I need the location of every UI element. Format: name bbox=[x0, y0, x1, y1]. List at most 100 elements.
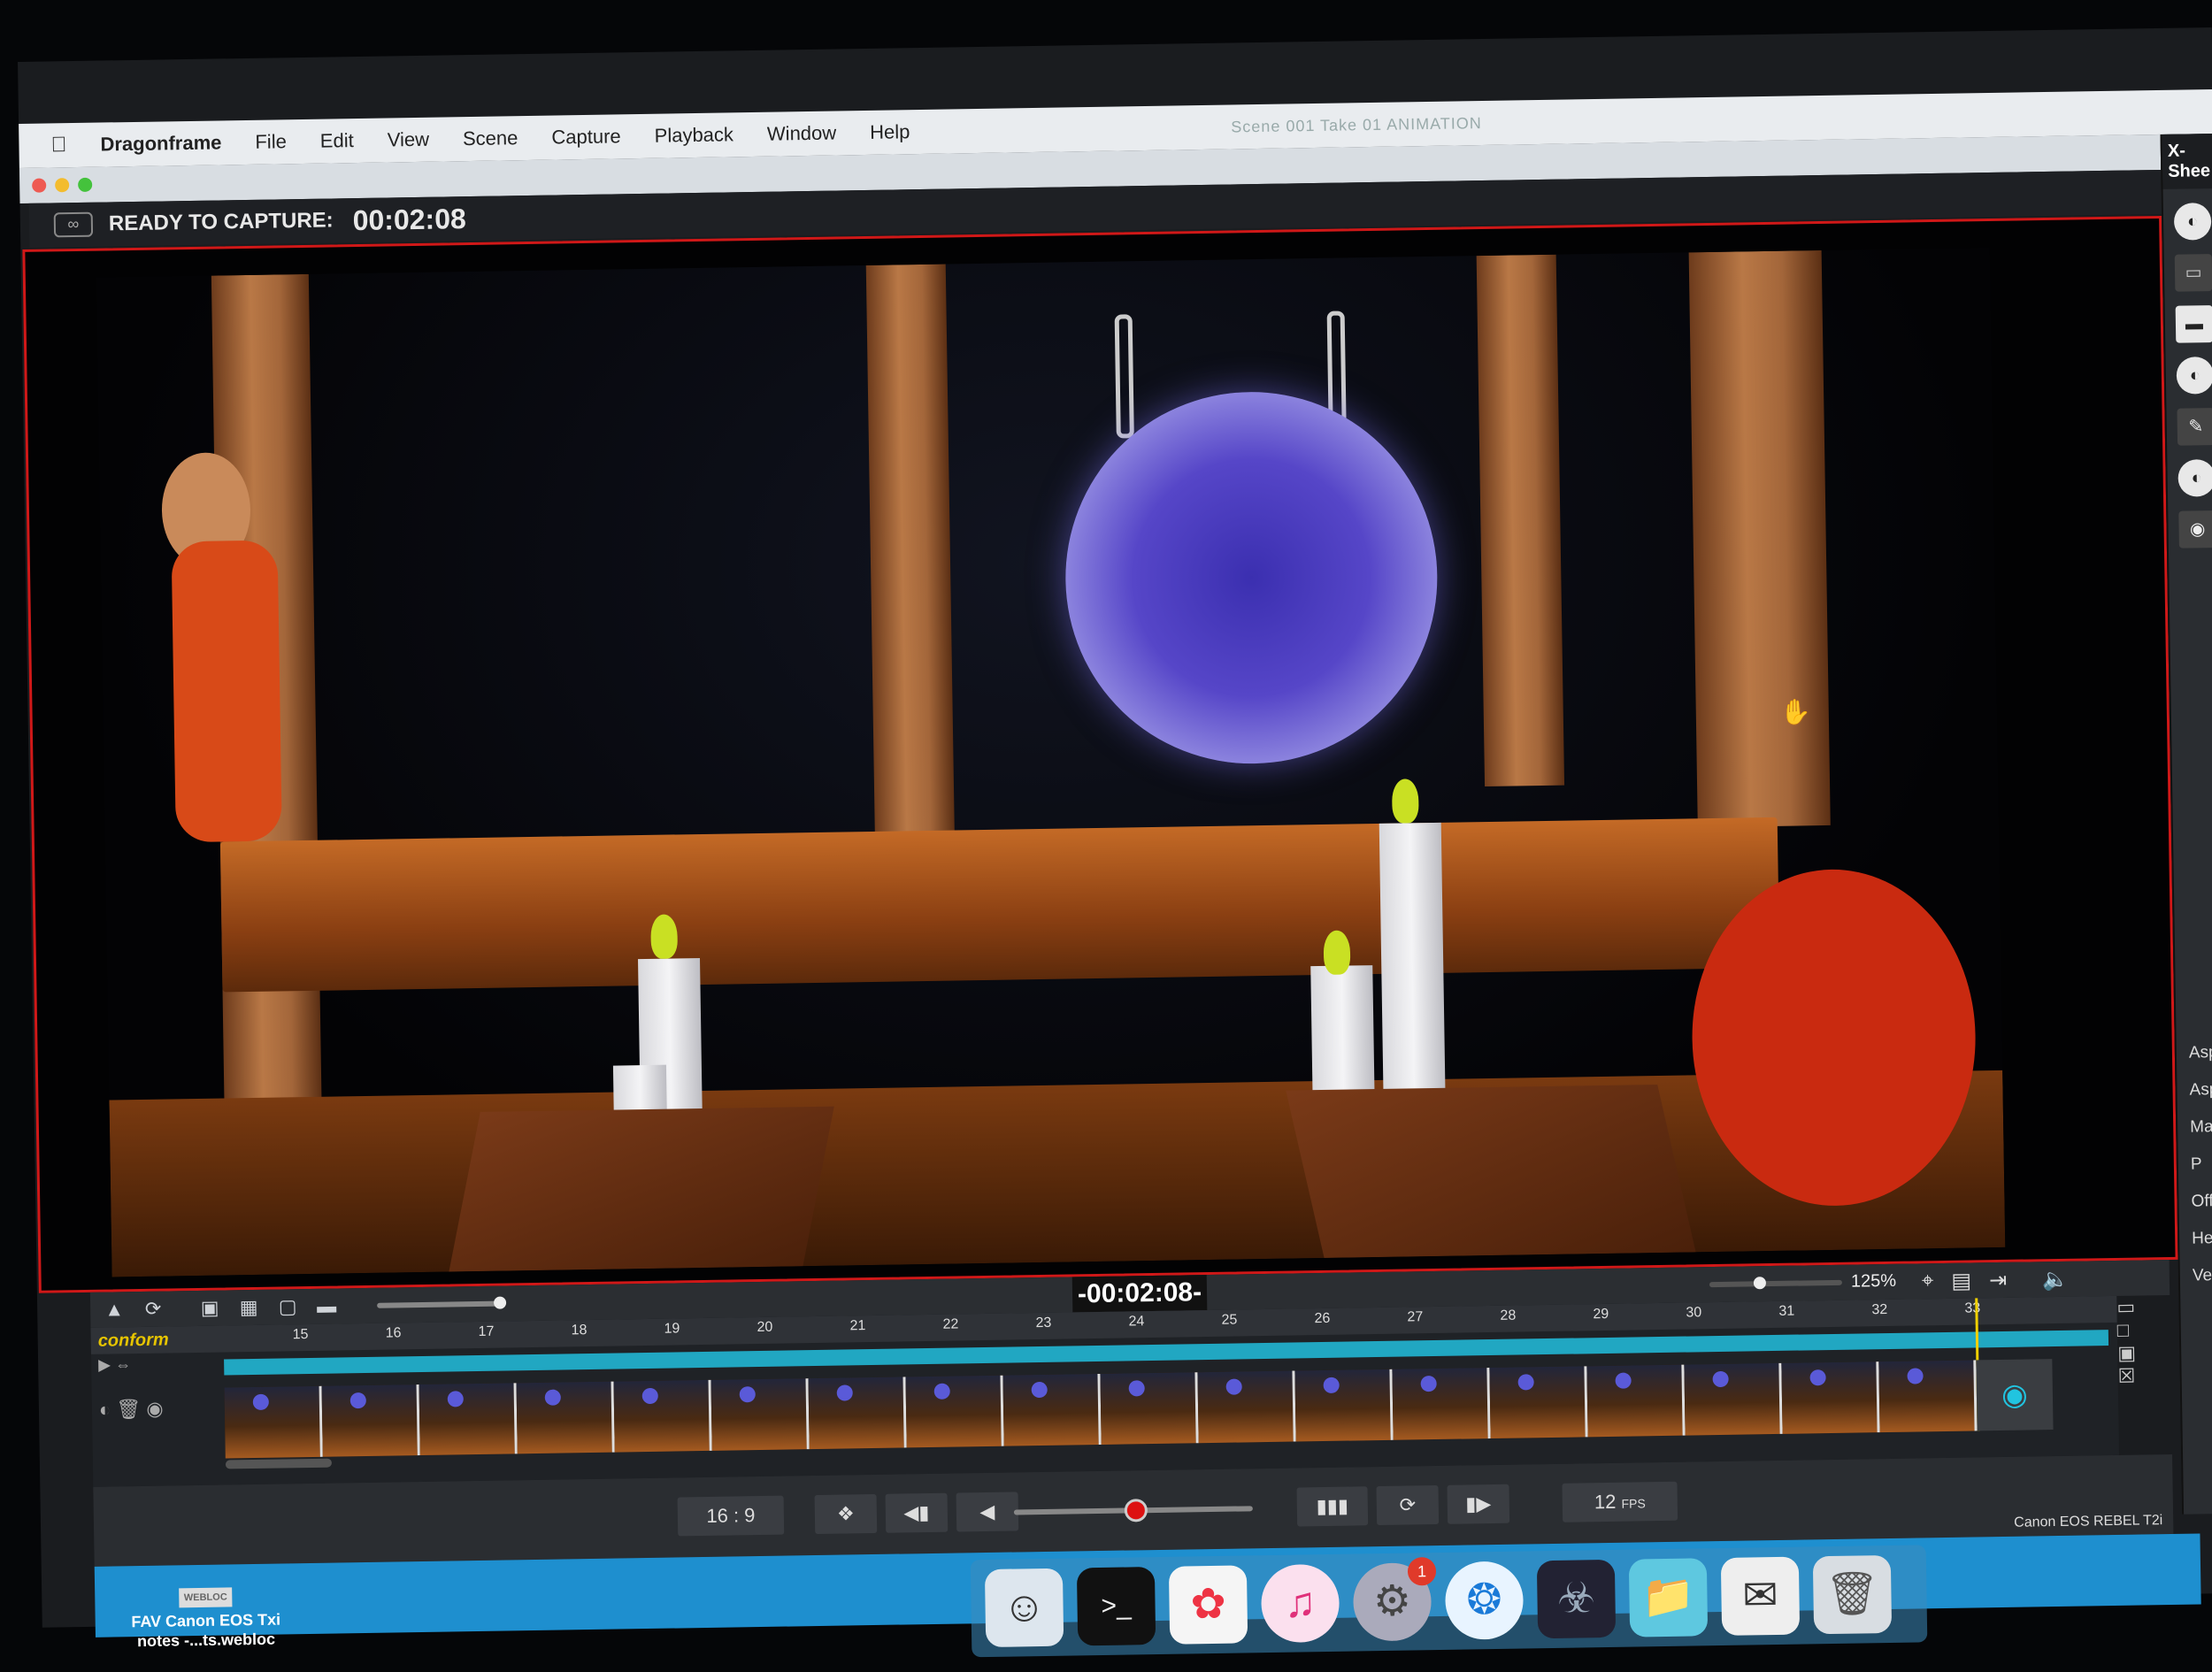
trash-icon[interactable]: 🗑 bbox=[116, 1398, 141, 1420]
fps-value: 12 bbox=[1594, 1490, 1617, 1514]
frame-thumbnail[interactable] bbox=[1781, 1361, 1880, 1434]
frame-thumbnail[interactable] bbox=[1002, 1373, 1102, 1446]
frame-thumbnail[interactable] bbox=[224, 1385, 323, 1459]
music-icon[interactable]: ♫ bbox=[1260, 1563, 1340, 1644]
letterbox-icon[interactable]: ▬ bbox=[311, 1294, 342, 1318]
frame-number: 27 bbox=[1407, 1309, 1424, 1325]
dragonframe-icon[interactable]: ☣ bbox=[1536, 1559, 1617, 1639]
camera-icon[interactable]: ◉ bbox=[146, 1398, 164, 1420]
frame-thumbnail[interactable] bbox=[808, 1377, 907, 1450]
wooden-table bbox=[219, 817, 1780, 993]
frame-number: 24 bbox=[1128, 1314, 1145, 1330]
menu-window[interactable]: Window bbox=[767, 121, 837, 145]
loop-icon[interactable]: ∞ bbox=[53, 211, 94, 238]
apple-icon[interactable]:  bbox=[50, 133, 66, 157]
list-arrow-icon[interactable]: ⇥ bbox=[1989, 1268, 2008, 1293]
window-title: Scene 001 Take 01 ANIMATION bbox=[1231, 113, 1482, 135]
frame-thumbnail[interactable] bbox=[1197, 1370, 1296, 1444]
frame-thumbnail[interactable] bbox=[1100, 1372, 1199, 1445]
close-window-button[interactable] bbox=[32, 178, 47, 193]
folder-icon[interactable]: 📁 bbox=[1628, 1558, 1709, 1637]
frame-number: 26 bbox=[1314, 1310, 1331, 1327]
menu-playback[interactable]: Playback bbox=[654, 123, 733, 147]
timeline-scrollbar[interactable] bbox=[225, 1458, 332, 1469]
short-play-icon[interactable]: ▮▮▮ bbox=[1296, 1486, 1369, 1527]
candle bbox=[1379, 822, 1446, 1107]
camera-icon[interactable]: ◉ bbox=[2178, 510, 2212, 548]
frame-thumbnail[interactable] bbox=[321, 1384, 420, 1457]
crop-icon[interactable]: □ bbox=[2117, 1319, 2136, 1342]
half-circle-icon[interactable]: ◐ bbox=[2173, 203, 2212, 241]
diamond-icon[interactable]: ❖ bbox=[814, 1493, 878, 1535]
frame-guide-icon[interactable]: ▢ bbox=[273, 1295, 303, 1319]
photos-icon[interactable]: ✿ bbox=[1168, 1565, 1248, 1645]
app-menu[interactable]: Dragonframe bbox=[100, 131, 221, 156]
refresh-icon[interactable]: ⟳ bbox=[138, 1298, 168, 1322]
menu-edit[interactable]: Edit bbox=[320, 129, 354, 153]
menu-file[interactable]: File bbox=[255, 130, 287, 154]
minimize-window-button[interactable] bbox=[55, 178, 70, 193]
frame-thumbnail[interactable] bbox=[1392, 1368, 1491, 1440]
frame-thumbnail[interactable] bbox=[419, 1383, 518, 1456]
pencil-icon[interactable]: ✎ bbox=[2177, 408, 2212, 446]
go-to-start-icon[interactable]: ◀▮ bbox=[885, 1492, 949, 1533]
loop-icon[interactable]: ⟳ bbox=[1376, 1484, 1440, 1526]
orb-wire bbox=[1114, 314, 1134, 439]
trash-icon[interactable]: 🗑 bbox=[1812, 1554, 1893, 1635]
frame-thumbnail[interactable] bbox=[905, 1375, 1004, 1448]
half-circle-icon[interactable]: ◐ bbox=[2176, 357, 2212, 395]
widescreen-icon[interactable]: ▬ bbox=[2175, 305, 2212, 343]
frame-thumbnail[interactable] bbox=[1878, 1360, 1978, 1433]
monitor-icon[interactable]: ▭ bbox=[2116, 1296, 2135, 1319]
finder-icon[interactable]: ☺ bbox=[984, 1568, 1064, 1648]
frame-thumbnail[interactable] bbox=[516, 1381, 615, 1454]
live-view-viewer[interactable]: ✋ bbox=[22, 215, 2178, 1293]
frame-icon[interactable]: ▣ bbox=[2117, 1342, 2136, 1365]
frame-thumbnail[interactable] bbox=[710, 1378, 810, 1451]
menu-help[interactable]: Help bbox=[870, 120, 910, 144]
safe-area-icon[interactable]: ▣ bbox=[195, 1296, 225, 1320]
speaker-icon[interactable]: 🔈 bbox=[2042, 1267, 2069, 1292]
system-preferences-icon[interactable]: ⚙ 1 bbox=[1352, 1557, 1437, 1642]
zoom-window-button[interactable] bbox=[78, 177, 93, 192]
menu-view[interactable]: View bbox=[388, 128, 430, 152]
half-circle-icon[interactable]: ◐ bbox=[2177, 459, 2212, 497]
menu-scene[interactable]: Scene bbox=[463, 127, 518, 150]
frame-icon[interactable]: ▭ bbox=[2174, 254, 2212, 292]
frame-number: 18 bbox=[571, 1323, 588, 1338]
frame-number: 22 bbox=[942, 1316, 959, 1332]
candle-flame bbox=[1323, 930, 1351, 975]
step-back-icon[interactable]: ◀ bbox=[956, 1492, 1019, 1532]
offset-label: Offse bbox=[2191, 1191, 2212, 1211]
desktop-file[interactable]: WEBLOC FAV Canon EOS Txi notes -...ts.we… bbox=[121, 1584, 290, 1651]
target-icon[interactable]: ⌖ bbox=[1922, 1269, 1934, 1294]
frame-thumbnail[interactable] bbox=[1489, 1366, 1588, 1439]
fps-button[interactable]: 12 FPS bbox=[1562, 1481, 1678, 1522]
safari-icon[interactable]: ❂ bbox=[1444, 1561, 1525, 1640]
monk-figure-robe bbox=[171, 540, 282, 843]
frame-thumbnails[interactable] bbox=[224, 1360, 1978, 1459]
webloc-document-icon[interactable]: ✉ bbox=[1720, 1556, 1801, 1636]
aspect-label: Asp bbox=[2188, 1043, 2212, 1062]
zoom-slider[interactable] bbox=[1709, 1279, 1842, 1288]
frame-grid-icon[interactable]: ▤ bbox=[1951, 1268, 1971, 1293]
menu-capture[interactable]: Capture bbox=[551, 125, 621, 149]
frame-thumbnail[interactable] bbox=[1294, 1369, 1394, 1442]
capture-camera-icon[interactable]: ◉ bbox=[1976, 1359, 2054, 1431]
camera-name: Canon EOS REBEL T2i bbox=[2014, 1513, 2163, 1530]
frame-thumbnail[interactable] bbox=[613, 1379, 712, 1453]
frame-number: 33 bbox=[1964, 1300, 1981, 1316]
track-toggle-icon[interactable]: ▶ ⇔ bbox=[98, 1355, 131, 1375]
grid-icon[interactable]: ▦ bbox=[234, 1296, 264, 1320]
cross-box-icon[interactable]: ☒ bbox=[2117, 1365, 2136, 1388]
step-forward-icon[interactable]: ▮▶ bbox=[1447, 1484, 1510, 1524]
terminal-icon[interactable]: >_ bbox=[1076, 1567, 1156, 1646]
opacity-slider[interactable] bbox=[377, 1300, 502, 1308]
timeline-panel: conform 15 16 17 18 19 20 21 22 23 24 25… bbox=[90, 1296, 2136, 1487]
frame-thumbnail[interactable] bbox=[1586, 1364, 1686, 1438]
aspect-ratio-button[interactable]: 16 : 9 bbox=[677, 1495, 785, 1537]
half-circle-icon[interactable]: ◐ bbox=[99, 1399, 111, 1421]
flip-icon[interactable]: ▲ bbox=[99, 1298, 129, 1322]
record-knob[interactable] bbox=[1124, 1499, 1148, 1522]
frame-thumbnail[interactable] bbox=[1684, 1362, 1783, 1436]
